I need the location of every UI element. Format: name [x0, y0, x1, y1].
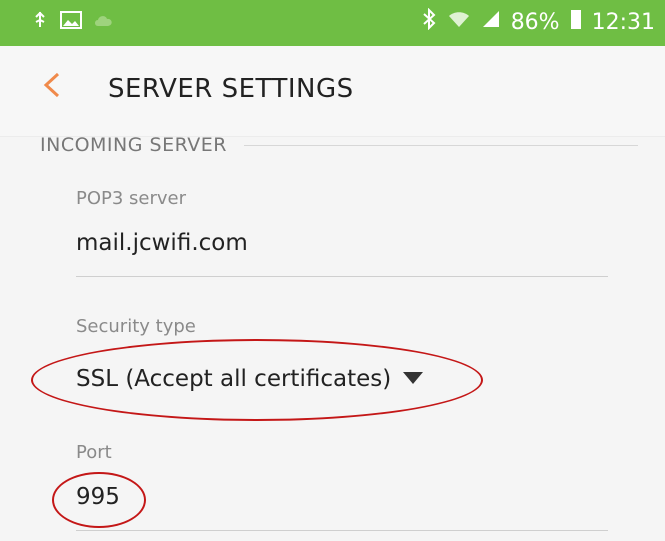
back-arrow-icon[interactable] [40, 72, 66, 98]
cloud-icon [92, 12, 116, 32]
time: 12:31 [591, 9, 655, 35]
server-label: POP3 server [76, 188, 187, 209]
wifi-icon [447, 8, 471, 36]
port-underline [76, 530, 608, 531]
usb-icon [30, 10, 50, 34]
section-divider [244, 145, 638, 146]
image-icon [60, 11, 82, 33]
security-type-value: SSL (Accept all certificates) [76, 366, 392, 392]
server-input[interactable]: mail.jcwifi.com [76, 230, 248, 256]
page-title: SERVER SETTINGS [108, 74, 354, 104]
status-left-icons [30, 10, 116, 34]
app-bar: SERVER SETTINGS [0, 46, 665, 137]
port-input[interactable]: 995 [76, 484, 120, 510]
section-title: INCOMING SERVER [40, 134, 227, 156]
port-label: Port [76, 442, 112, 463]
status-bar: 86% 12:31 [0, 0, 665, 46]
dropdown-arrow-icon [403, 371, 424, 384]
battery-icon [570, 8, 582, 36]
bluetooth-icon [421, 7, 437, 36]
battery-percent: 86% [510, 9, 560, 35]
server-underline [76, 276, 608, 277]
security-type-select[interactable]: SSL (Accept all certificates) [76, 366, 424, 392]
security-label: Security type [76, 316, 196, 337]
signal-icon [481, 9, 501, 35]
status-right-icons: 86% 12:31 [421, 7, 655, 36]
